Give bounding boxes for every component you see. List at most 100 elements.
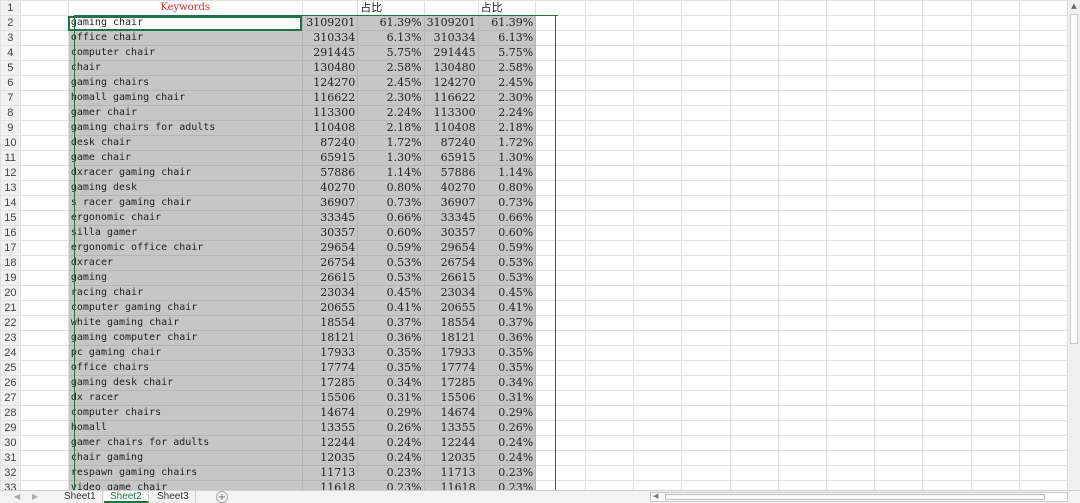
cell[interactable] (1018, 315, 1068, 331)
cell[interactable] (729, 75, 779, 91)
volume-cell[interactable]: 18554 (423, 315, 479, 331)
cell[interactable] (922, 255, 972, 271)
cell[interactable] (970, 480, 1020, 490)
cell[interactable] (825, 345, 876, 361)
share-cell[interactable]: 0.80% (357, 180, 425, 196)
share-cell[interactable]: 0.66% (477, 210, 537, 226)
cell[interactable] (19, 135, 69, 151)
cell[interactable] (535, 330, 587, 346)
cell[interactable] (970, 75, 1020, 91)
cell[interactable] (585, 60, 635, 76)
cell[interactable] (535, 450, 587, 466)
cell[interactable] (535, 105, 587, 121)
cell[interactable] (825, 255, 876, 271)
cell[interactable] (922, 180, 972, 196)
cell[interactable] (1018, 105, 1068, 121)
cell[interactable] (777, 75, 827, 91)
cell[interactable] (874, 465, 924, 481)
volume-cell[interactable]: 18554 (301, 315, 359, 331)
cell[interactable] (1018, 330, 1068, 346)
cell[interactable] (535, 15, 587, 31)
cell[interactable] (19, 45, 69, 61)
keyword-cell[interactable]: computer gaming chair (67, 300, 303, 316)
keyword-cell[interactable]: gaming chair (67, 15, 303, 31)
cell[interactable] (970, 285, 1020, 301)
volume-cell[interactable]: 30357 (423, 225, 479, 241)
cell[interactable] (825, 135, 876, 151)
scroll-up-arrow-icon[interactable]: ▲ (1068, 0, 1080, 12)
row-header[interactable]: 11 (0, 150, 21, 166)
cell[interactable] (874, 300, 924, 316)
volume-cell[interactable]: 87240 (301, 135, 359, 151)
share-cell[interactable]: 0.26% (477, 420, 537, 436)
cell[interactable] (633, 135, 683, 151)
cell[interactable] (535, 390, 587, 406)
cell[interactable] (729, 255, 779, 271)
cell[interactable] (825, 195, 876, 211)
share-cell[interactable]: 1.14% (357, 165, 425, 181)
cell[interactable] (777, 60, 827, 76)
cell[interactable] (729, 105, 779, 121)
cell[interactable] (970, 225, 1020, 241)
volume-cell[interactable]: 11618 (301, 480, 359, 490)
cell[interactable] (1018, 420, 1068, 436)
keyword-cell[interactable]: gamer chairs for adults (67, 435, 303, 451)
row-header[interactable]: 17 (0, 240, 21, 256)
share-cell[interactable]: 0.53% (357, 270, 425, 286)
cell[interactable] (922, 165, 972, 181)
cell[interactable] (681, 465, 731, 481)
cell[interactable] (777, 405, 827, 421)
cell[interactable] (1018, 60, 1068, 76)
cell[interactable] (922, 420, 972, 436)
cell[interactable] (535, 255, 587, 271)
keyword-cell[interactable]: dx racer (67, 390, 303, 406)
cell[interactable] (633, 30, 683, 46)
volume-cell[interactable]: 65915 (423, 150, 479, 166)
cell[interactable] (585, 90, 635, 106)
cell[interactable] (825, 30, 876, 46)
cell[interactable] (633, 195, 683, 211)
cell[interactable] (874, 420, 924, 436)
cell[interactable] (681, 195, 731, 211)
volume-cell[interactable]: 17933 (423, 345, 479, 361)
add-sheet-button[interactable]: + (216, 491, 228, 503)
share-cell[interactable]: 2.58% (357, 60, 425, 76)
cell[interactable] (970, 300, 1020, 316)
cell[interactable] (535, 180, 587, 196)
cell[interactable] (970, 135, 1020, 151)
cell[interactable] (681, 315, 731, 331)
cell[interactable] (681, 390, 731, 406)
volume-cell[interactable]: 18121 (423, 330, 479, 346)
share-cell[interactable]: 0.53% (477, 255, 537, 271)
cell[interactable] (777, 480, 827, 490)
share-cell[interactable]: 0.59% (477, 240, 537, 256)
volume-cell[interactable]: 57886 (423, 165, 479, 181)
volume-cell[interactable]: 15506 (301, 390, 359, 406)
cell[interactable] (535, 60, 587, 76)
cell[interactable] (19, 180, 69, 196)
keyword-cell[interactable]: gamer chair (67, 105, 303, 121)
cell[interactable] (825, 45, 876, 61)
volume-cell[interactable]: 14674 (423, 405, 479, 421)
cell[interactable] (825, 435, 876, 451)
cell[interactable] (681, 30, 731, 46)
share-cell[interactable]: 0.60% (357, 225, 425, 241)
cell[interactable] (777, 90, 827, 106)
volume-cell[interactable]: 26754 (423, 255, 479, 271)
cell[interactable] (633, 285, 683, 301)
cell[interactable] (633, 210, 683, 226)
cell[interactable] (1018, 435, 1068, 451)
cell[interactable] (922, 90, 972, 106)
cell[interactable] (585, 0, 635, 16)
cell[interactable] (729, 300, 779, 316)
share-cell[interactable]: 0.41% (477, 300, 537, 316)
cell[interactable] (633, 360, 683, 376)
share-cell[interactable]: 0.53% (357, 255, 425, 271)
cell[interactable] (535, 405, 587, 421)
cell[interactable] (1018, 360, 1068, 376)
row-header[interactable]: 6 (0, 75, 21, 91)
cell[interactable] (535, 135, 587, 151)
volume-cell[interactable]: 57886 (301, 165, 359, 181)
share-cell[interactable]: 0.24% (357, 450, 425, 466)
cell[interactable] (681, 135, 731, 151)
